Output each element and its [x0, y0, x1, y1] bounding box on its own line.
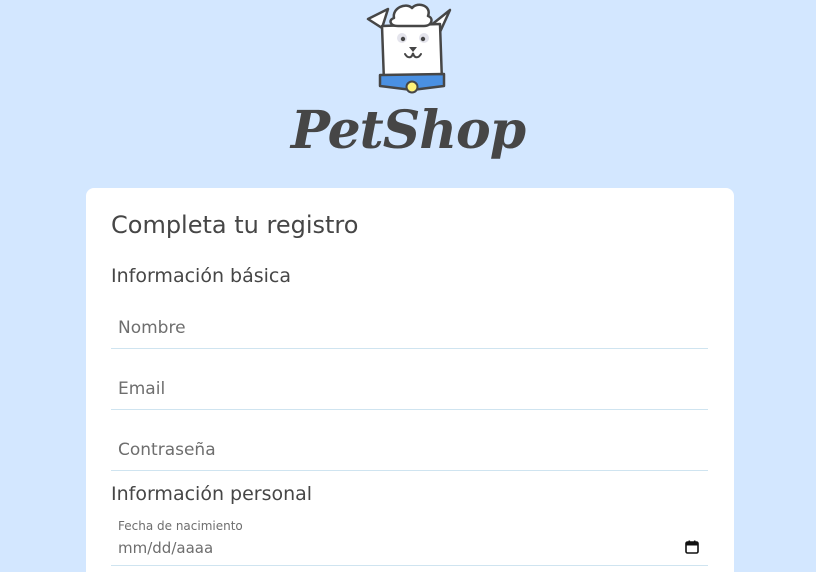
name-input[interactable] [111, 308, 708, 348]
birthdate-input[interactable]: Fecha de nacimiento mm/dd/aaaa [111, 516, 708, 566]
logo: PetShop [0, 0, 816, 182]
birthdate-placeholder: mm/dd/aaaa [118, 539, 214, 557]
personal-info-heading: Información personal [111, 483, 313, 505]
registration-page: PetShop Completa tu registro Información… [0, 0, 816, 572]
birthdate-label: Fecha de nacimiento [118, 519, 243, 533]
brand-name: PetShop [290, 100, 526, 161]
basic-info-heading: Información básica [111, 265, 291, 287]
email-field [111, 369, 708, 410]
name-field [111, 308, 708, 349]
password-input[interactable] [111, 430, 708, 470]
calendar-icon[interactable] [685, 540, 699, 554]
form-title: Completa tu registro [111, 211, 359, 239]
registration-form: Completa tu registro Información básica … [86, 188, 734, 572]
dog-mascot-icon [366, 3, 452, 94]
email-input[interactable] [111, 369, 708, 409]
password-field [111, 430, 708, 471]
